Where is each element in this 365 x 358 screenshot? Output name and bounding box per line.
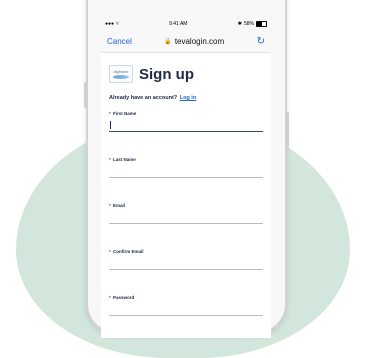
phone-screen: ●●● ≈ 9:41 AM ✱ 58% Cancel 🔒 tevalogin.c…	[101, 18, 271, 338]
account-prompt: Already have an account? Log in	[109, 95, 197, 101]
confirm-email-label: Confirm Email	[113, 249, 144, 254]
required-marker: *	[109, 111, 111, 116]
status-time: 9:41 AM	[169, 21, 188, 27]
lock-icon: 🔒	[164, 38, 172, 45]
email-input[interactable]	[109, 210, 263, 224]
email-label: Email	[113, 203, 126, 208]
last-name-input[interactable]	[109, 164, 263, 178]
page-header: digihaler Sign up	[109, 65, 263, 83]
required-marker: *	[109, 157, 111, 162]
required-marker: *	[109, 249, 111, 254]
battery-percent: 58%	[243, 21, 254, 27]
password-input[interactable]	[109, 302, 263, 316]
browser-toolbar: Cancel 🔒 tevalogin.com ↻	[101, 30, 271, 53]
email-field: * Email	[109, 203, 263, 224]
address-bar[interactable]: 🔒 tevalogin.com	[164, 37, 224, 46]
last-name-field: * Last Name	[109, 157, 263, 178]
signal-icon: ●●●	[105, 21, 115, 27]
password-label: Password	[113, 295, 135, 300]
first-name-input[interactable]	[109, 118, 263, 132]
logo-wave-icon	[113, 75, 129, 79]
confirm-email-input[interactable]	[109, 256, 263, 270]
first-name-label: First Name	[113, 111, 137, 116]
required-marker: *	[109, 203, 111, 208]
cancel-button[interactable]: Cancel	[107, 37, 132, 46]
wifi-icon: ≈	[116, 21, 119, 27]
bluetooth-icon: ✱	[237, 21, 242, 27]
phone-frame: ●●● ≈ 9:41 AM ✱ 58% Cancel 🔒 tevalogin.c…	[84, 0, 289, 338]
status-bar: ●●● ≈ 9:41 AM ✱ 58%	[101, 18, 271, 30]
url-text: tevalogin.com	[174, 36, 225, 46]
volume-button	[84, 82, 87, 108]
battery-icon	[255, 21, 267, 27]
required-marker: *	[109, 295, 111, 300]
page-title: Sign up	[139, 65, 194, 83]
first-name-field: * First Name	[109, 111, 263, 132]
confirm-email-field: * Confirm Email	[109, 249, 263, 270]
reload-icon[interactable]: ↻	[257, 36, 265, 47]
text-cursor	[110, 121, 111, 129]
last-name-label: Last Name	[113, 157, 136, 162]
signup-page: digihaler Sign up Already have an accoun…	[101, 53, 271, 316]
login-link[interactable]: Log in	[180, 95, 197, 101]
digihaler-logo: digihaler	[109, 65, 133, 83]
power-button	[286, 112, 289, 148]
